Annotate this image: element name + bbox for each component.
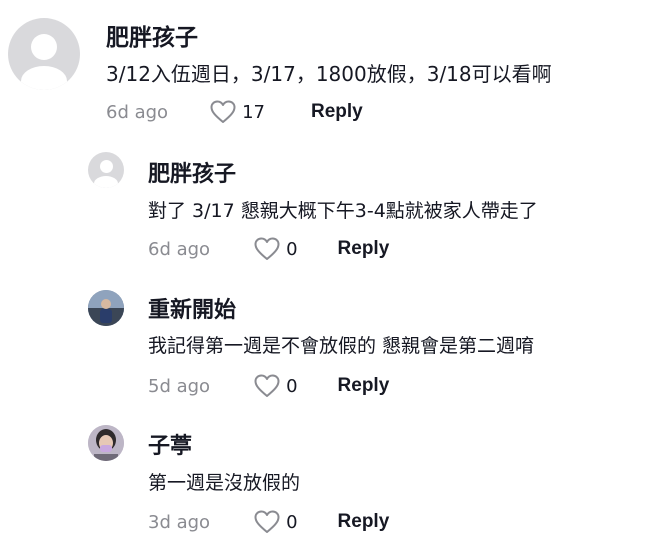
- like-count: 17: [242, 101, 265, 123]
- heart-icon: [254, 510, 280, 533]
- comment-text: 對了 3/17 懇親大概下午3-4點就被家人帶走了: [148, 200, 538, 222]
- reply-button[interactable]: Reply: [338, 511, 390, 533]
- default-avatar-icon: [31, 34, 57, 60]
- user-avatar[interactable]: [8, 18, 80, 90]
- comment-username[interactable]: 肥胖孩子: [106, 18, 198, 52]
- default-avatar-icon: [99, 160, 113, 173]
- photo-avatar: [88, 425, 124, 461]
- reply-button[interactable]: Reply: [338, 238, 390, 260]
- like-button[interactable]: 0: [254, 510, 298, 534]
- like-button[interactable]: 0: [254, 237, 298, 261]
- reply-button[interactable]: Reply: [338, 375, 390, 397]
- comment-text: 3/12入伍週日，3/17，1800放假，3/18可以看啊: [106, 62, 552, 86]
- comment-timestamp: 5d ago: [148, 375, 211, 397]
- user-avatar[interactable]: [88, 290, 124, 326]
- like-button[interactable]: 0: [254, 374, 298, 398]
- comment-meta: 6d ago 17 Reply: [106, 100, 363, 124]
- comment-meta: 3d ago 0 Reply: [148, 510, 389, 534]
- comment-timestamp: 6d ago: [148, 238, 211, 260]
- comment-username[interactable]: 肥胖孩子: [148, 156, 236, 188]
- comment-username[interactable]: 重新開始: [148, 292, 236, 324]
- comment-meta: 6d ago 0 Reply: [148, 237, 389, 261]
- photo-avatar: [88, 290, 124, 326]
- comment-username[interactable]: 子葶: [148, 428, 192, 460]
- comment-timestamp: 6d ago: [106, 101, 169, 123]
- comment-text: 第一週是沒放假的: [148, 472, 301, 494]
- comment-meta: 5d ago 0 Reply: [148, 374, 389, 398]
- like-count: 0: [286, 375, 298, 397]
- like-count: 0: [286, 511, 298, 533]
- like-count: 0: [286, 238, 298, 260]
- comment-timestamp: 3d ago: [148, 511, 211, 533]
- default-avatar-body: [94, 176, 118, 188]
- user-avatar[interactable]: [88, 425, 124, 461]
- like-button[interactable]: 17: [210, 100, 265, 124]
- heart-icon: [210, 100, 236, 123]
- heart-icon: [254, 237, 280, 260]
- comment-text: 我記得第一週是不會放假的 懇親會是第二週唷: [148, 335, 535, 357]
- reply-button[interactable]: Reply: [311, 101, 363, 123]
- default-avatar-body: [21, 66, 67, 90]
- heart-icon: [254, 374, 280, 397]
- user-avatar[interactable]: [88, 152, 124, 188]
